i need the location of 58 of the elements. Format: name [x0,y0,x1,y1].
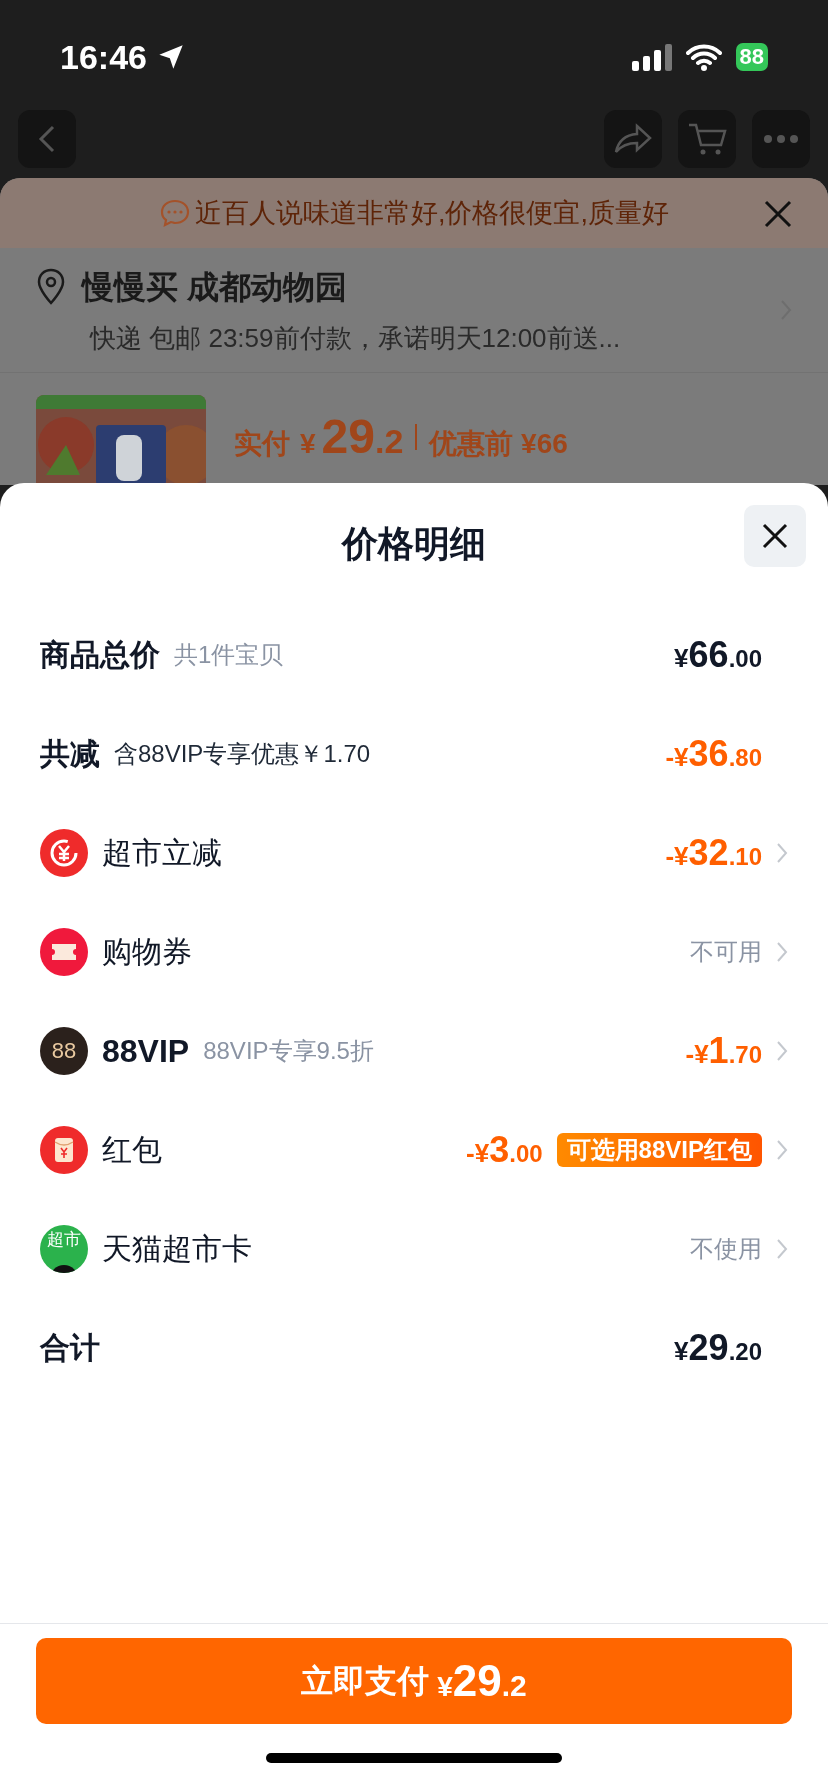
market-cat-icon: 超市 [40,1224,88,1273]
row-label: 超市立减 [102,835,222,871]
yuan-circle-icon [40,828,88,877]
paid-label: 实付 [234,427,290,461]
address-title: 慢慢买 成都动物园 [82,267,347,307]
more-button[interactable] [752,110,810,168]
row-label: 共减 [40,736,100,772]
close-button[interactable] [744,505,806,567]
row-label: 天猫超市卡 [102,1231,252,1267]
close-icon [764,200,792,228]
price-amount: ¥29.20 [674,1329,762,1366]
clock-time: 16:46 [60,36,147,78]
back-button[interactable] [18,110,76,168]
cart-icon [687,121,727,157]
paid-price: ¥29.2 [300,409,404,465]
row-label: 购物券 [102,934,192,970]
location-pin-icon [36,267,66,306]
price-row[interactable]: 购物券 不可用 [0,902,828,1001]
ticket-icon [40,927,88,976]
chevron-right-icon [776,1237,788,1260]
price-amount: ¥66.00 [674,636,762,673]
status-text: 不可用 [690,936,762,967]
chevron-right-icon [776,1138,788,1161]
wifi-icon [685,43,722,71]
share-button[interactable] [604,110,662,168]
sheet-title: 价格明细 [342,522,486,566]
price-amount: -¥1.70 [685,1032,762,1069]
price-amount: -¥36.80 [665,735,762,772]
row-note: 共1件宝贝 [174,639,284,670]
original-price: 优惠前 ¥66 [429,427,568,461]
signal-icon [631,43,672,71]
row-note: 88VIP专享9.5折 [203,1035,374,1066]
more-icon [763,134,799,144]
chevron-right-icon [776,841,788,864]
review-banner-text: 近百人说味道非常好,价格很便宜,质量好 [195,196,669,230]
price-amount: -¥32.10 [665,834,762,871]
price-row[interactable]: 超市立减 -¥32.10 [0,803,828,902]
row-note: 含88VIP专享优惠￥1.70 [114,738,371,769]
row-label: 红包 [102,1132,162,1168]
row-label: 88VIP [102,1031,190,1071]
chat-bubble-icon [159,198,191,229]
chevron-left-icon [37,124,57,154]
share-icon [613,123,653,155]
cart-button[interactable] [678,110,736,168]
price-row[interactable]: 超市 天猫超市卡 不使用 [0,1199,828,1298]
price-row[interactable]: 红包 -¥3.00 可选用88VIP红包 [0,1100,828,1199]
status-text: 不使用 [690,1233,762,1264]
chevron-right-icon [776,1039,788,1062]
price-amount: -¥3.00 [466,1131,543,1168]
vip-badge-icon: 88 [40,1026,88,1075]
chevron-right-icon [776,940,788,963]
close-icon [762,523,788,549]
battery-icon: 88 [735,43,768,71]
row-label: 商品总价 [40,637,160,673]
envelope-icon [40,1125,88,1174]
row-label: 合计 [40,1330,100,1366]
delivery-info: 快递 包邮 23:59前付款，承诺明天12:00前送... [90,321,621,355]
price-row[interactable]: 88 88VIP 88VIP专享9.5折 -¥1.70 [0,1001,828,1100]
